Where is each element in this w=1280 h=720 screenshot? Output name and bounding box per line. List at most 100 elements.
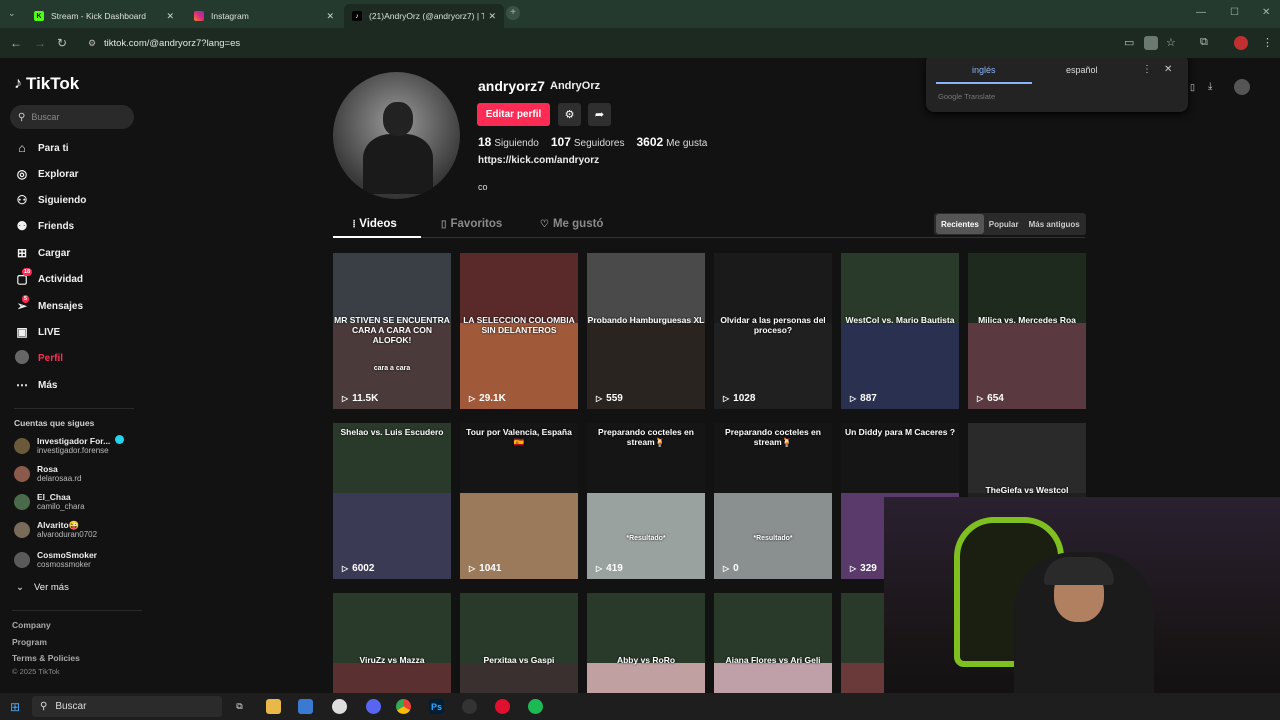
video-thumbnail[interactable]: Abby vs RoRo <box>587 593 705 693</box>
video-thumbnail[interactable]: Olvidar a las personas del proceso? ▷ 1028 <box>714 253 832 409</box>
obs-icon[interactable] <box>332 699 347 714</box>
video-thumbnail[interactable]: Perxitaa vs Gaspi <box>460 593 578 693</box>
cast-icon[interactable]: ▭ <box>1124 36 1134 49</box>
maximize-icon[interactable]: ☐ <box>1230 7 1239 18</box>
video-thumbnail[interactable]: Shelao vs. Luis Escudero ▷ 6002 <box>333 423 451 579</box>
nav-siguiendo[interactable]: ⚇ Siguiendo <box>14 190 87 210</box>
menu-kebab-icon[interactable]: ⋮ <box>1142 64 1152 75</box>
store-icon[interactable] <box>298 699 313 714</box>
tab-kick[interactable]: K Stream - Kick Dashboard ✕ <box>26 4 182 28</box>
stat-followers[interactable]: 107 Seguidores <box>551 135 625 149</box>
device-icon[interactable]: ▯ <box>1190 82 1195 93</box>
tab-me-gusto[interactable]: ♡ Me gustó <box>540 218 603 230</box>
nav-mensajes[interactable]: ➢ 5 Mensajes <box>14 295 83 316</box>
copyright: © 2025 TikTok <box>12 667 60 676</box>
task-view-icon[interactable]: ⧉ <box>232 699 247 714</box>
footer-link-company[interactable]: Company <box>12 620 51 630</box>
minimize-icon[interactable]: — <box>1196 7 1206 18</box>
video-thumbnail[interactable]: ViruZz vs Mazza <box>333 593 451 693</box>
view-count: ▷ 329 <box>850 563 877 574</box>
user-avatar-icon[interactable] <box>1234 79 1250 95</box>
reload-icon[interactable]: ↻ <box>57 36 67 50</box>
video-thumbnail[interactable]: WestCol vs. Mario Bautista ▷ 887 <box>841 253 959 409</box>
tab-videos[interactable]: ⦙ Videos <box>353 218 397 230</box>
app-red-icon[interactable] <box>495 699 510 714</box>
profile-avatar-icon[interactable] <box>1234 36 1248 50</box>
video-caption: Shelao vs. Luis Escudero <box>340 427 444 437</box>
address-bar[interactable]: ⚙ tiktok.com/@andryorz7?lang=es <box>80 31 1190 55</box>
windows-start-icon[interactable]: ⊞ <box>10 700 20 714</box>
nav-explorar[interactable]: ◎ Explorar <box>14 164 79 184</box>
tab-favoritos[interactable]: ▯ Favoritos <box>441 218 502 230</box>
profile-link[interactable]: https://kick.com/andryorz <box>478 155 599 166</box>
video-caption-secondary: *Resultado* <box>626 535 666 542</box>
taskbar-search[interactable]: ⚲ Buscar <box>32 696 222 717</box>
following-account[interactable]: Alvarito😜 alvaroduran0702 <box>14 518 97 542</box>
forward-icon[interactable]: → <box>34 36 46 50</box>
video-thumbnail[interactable]: Preparando cocteles en stream🍹 *Resultado… <box>714 423 832 579</box>
video-thumbnail[interactable]: LA SELECCION COLOMBIA SIN DELANTEROS ▷ 29.… <box>460 253 578 409</box>
nav-actividad[interactable]: ▢ 18 Actividad <box>14 268 83 289</box>
footer-link-program[interactable]: Program <box>12 637 47 647</box>
profile-avatar[interactable] <box>333 72 460 199</box>
bookmark-star-icon[interactable]: ☆ <box>1166 36 1176 49</box>
nav-friends[interactable]: ⚉ Friends <box>14 216 75 236</box>
site-info-icon[interactable]: ⚙ <box>88 38 96 49</box>
thumb-bottom <box>714 663 832 693</box>
video-thumbnail[interactable]: Milica vs. Mercedes Roa ▷ 654 <box>968 253 1086 409</box>
close-icon[interactable]: ✕ <box>488 11 496 22</box>
following-account[interactable]: El_Chaa camilo_chara <box>14 490 85 514</box>
share-button[interactable]: ➦ <box>588 103 611 126</box>
tab-instagram[interactable]: Instagram ✕ <box>186 4 342 28</box>
close-window-icon[interactable]: ✕ <box>1262 7 1270 18</box>
stat-following[interactable]: 18 Siguiendo <box>478 135 539 149</box>
chrome-icon[interactable] <box>396 699 411 714</box>
footer-link-terms[interactable]: Terms & Policies <box>12 653 80 663</box>
discord-icon[interactable] <box>366 699 381 714</box>
photoshop-icon[interactable]: Ps <box>429 699 444 714</box>
account-name: CosmoSmoker <box>37 550 97 560</box>
file-explorer-icon[interactable] <box>266 699 281 714</box>
video-thumbnail[interactable]: Preparando cocteles en stream🍹 *Resultado… <box>587 423 705 579</box>
tab-label: Videos <box>359 218 397 230</box>
translate-icon[interactable] <box>1144 36 1158 50</box>
tiktok-logo[interactable]: ♪ TikTok <box>14 74 79 94</box>
see-more-button[interactable]: ⌄ Ver más <box>16 582 69 593</box>
sort-popular[interactable]: Popular <box>984 214 1024 234</box>
profile-bio: co <box>478 182 488 192</box>
menu-kebab-icon[interactable]: ⋮ <box>1262 36 1273 49</box>
back-icon[interactable]: ← <box>10 36 22 50</box>
sort-mas-antiguos[interactable]: Más antiguos <box>1024 214 1085 234</box>
video-thumbnail[interactable]: MR STIVEN SE ENCUENTRA CARA A CARA CON A… <box>333 253 451 409</box>
tab-search-icon[interactable]: ⌄ <box>8 8 16 19</box>
spotify-icon[interactable] <box>528 699 543 714</box>
edit-profile-button[interactable]: Editar perfil <box>477 103 550 126</box>
sort-recientes[interactable]: Recientes <box>936 214 984 234</box>
download-icon[interactable]: ⤓ <box>1208 81 1212 92</box>
nav-mas[interactable]: ⋯ Más <box>14 375 57 395</box>
tab-tiktok[interactable]: ♪ (21)AndryOrz (@andryorz7) | TikTok ✕ <box>344 4 504 28</box>
close-icon[interactable]: ✕ <box>326 11 334 22</box>
following-account[interactable]: Investigador For... investigador.forense <box>14 434 124 458</box>
new-tab-icon[interactable]: + <box>506 6 520 20</box>
video-thumbnail[interactable]: Probando Hamburguesas XL ▷ 559 <box>587 253 705 409</box>
app-icon[interactable] <box>462 699 477 714</box>
translate-lang-target[interactable]: español <box>1066 65 1098 75</box>
close-icon[interactable]: ✕ <box>1164 64 1172 75</box>
search-input[interactable]: ⚲ Buscar <box>10 105 134 129</box>
video-thumbnail[interactable]: Aiana Flores vs Ari Geli <box>714 593 832 693</box>
following-account[interactable]: CosmoSmoker cosmossmoker <box>14 548 97 572</box>
nav-cargar[interactable]: ⊞ Cargar <box>14 243 70 263</box>
nav-live[interactable]: ▣ LIVE <box>14 322 60 342</box>
video-caption: Aiana Flores vs Ari Geli <box>725 655 821 665</box>
avatar-icon <box>14 349 30 367</box>
close-icon[interactable]: ✕ <box>166 11 174 22</box>
settings-button[interactable]: ⚙ <box>558 103 581 126</box>
nav-para-ti[interactable]: ⌂ Para ti <box>14 138 68 158</box>
extensions-icon[interactable]: ⧉ <box>1200 36 1208 49</box>
video-thumbnail[interactable]: Tour por Valencia, España 🇪🇸 ▷ 1041 <box>460 423 578 579</box>
following-account[interactable]: Rosa delarosaa.rd <box>14 462 81 486</box>
translate-lang-source[interactable]: inglés <box>972 65 996 75</box>
view-count: ▷ 1028 <box>723 393 755 404</box>
nav-perfil[interactable]: Perfil <box>14 348 63 368</box>
